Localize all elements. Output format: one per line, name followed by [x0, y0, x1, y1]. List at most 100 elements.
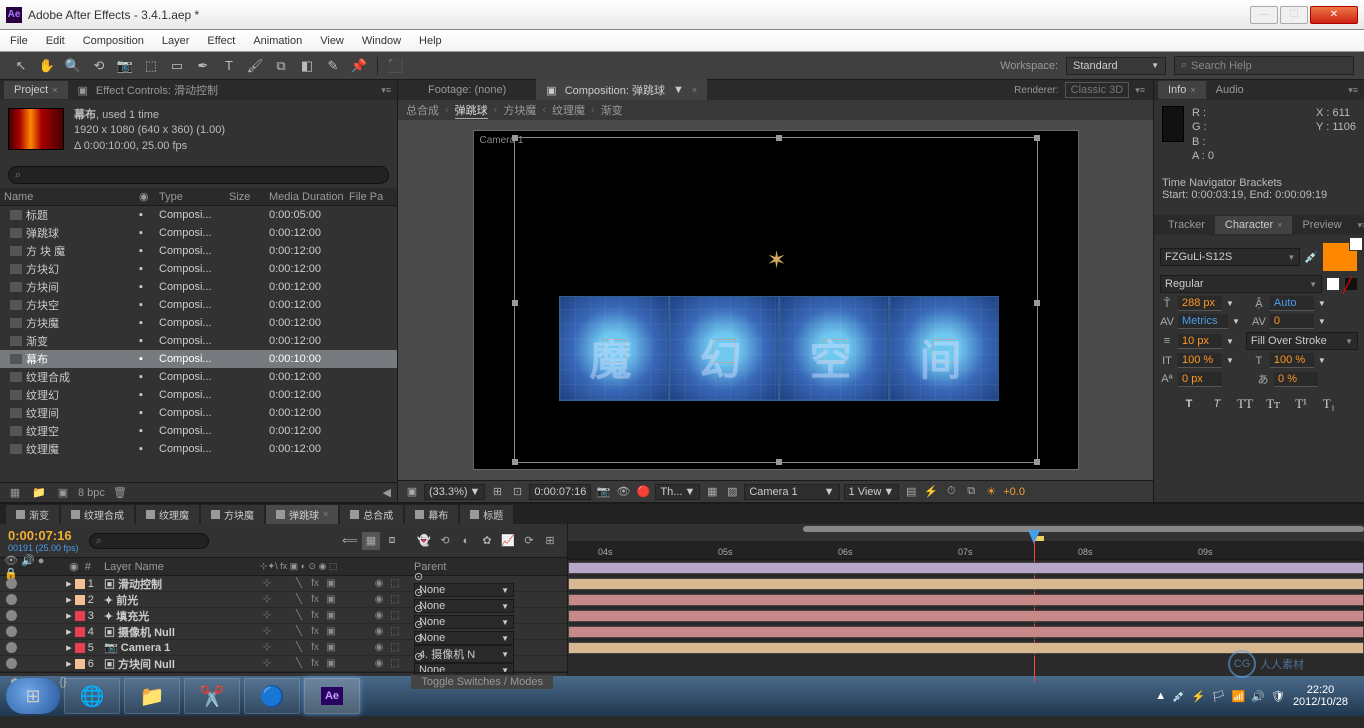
font-style-dropdown[interactable]: Regular▼ — [1160, 275, 1322, 293]
project-row[interactable]: 标题▪Composi...0:00:05:00 — [0, 206, 397, 224]
project-row[interactable]: 纹理空▪Composi...0:00:12:00 — [0, 422, 397, 440]
current-timecode[interactable]: 0:00:07:16 — [8, 528, 79, 543]
resolution-icon[interactable]: ⊞ — [489, 484, 505, 500]
stroke-width-input[interactable]: 10 px — [1178, 334, 1222, 349]
project-row[interactable]: 方 块 魔▪Composi...0:00:12:00 — [0, 242, 397, 260]
fast-preview-icon[interactable]: ⊡ — [509, 484, 525, 500]
timeline-tab[interactable]: 弹跳球 × — [266, 505, 338, 524]
tab-composition[interactable]: ▣Composition: 弹跳球▼× — [536, 79, 707, 101]
bpc-indicator[interactable]: 8 bpc — [78, 487, 105, 499]
menu-help[interactable]: Help — [419, 35, 442, 47]
tracking-input[interactable]: 0 — [1270, 314, 1314, 329]
pen-tool-icon[interactable]: ✒ — [192, 55, 214, 77]
show-snapshot-icon[interactable]: 👁 — [615, 484, 631, 500]
clock-date[interactable]: 2012/10/28 — [1293, 696, 1348, 708]
bold-button[interactable]: T — [1178, 395, 1200, 413]
timeline-tab[interactable]: 总合成 — [340, 505, 403, 524]
fast-draft-icon[interactable]: ⚡ — [923, 484, 939, 500]
timeline-tab[interactable]: 方块魔 — [201, 505, 264, 524]
taskbar-after-effects[interactable]: Ae — [304, 678, 360, 714]
transparency-icon[interactable]: ▨ — [724, 484, 740, 500]
tl-shy-icon[interactable]: 👻 — [415, 532, 433, 550]
baseline-input[interactable]: 0 px — [1178, 372, 1222, 387]
fill-swatch[interactable] — [1326, 277, 1340, 291]
exposure-reset-icon[interactable]: ☀ — [983, 484, 999, 500]
menu-animation[interactable]: Animation — [253, 35, 302, 47]
composition-viewer[interactable]: Camera 1 ✶ ✶ 魔 幻 空 间 — [398, 120, 1153, 480]
camera-dropdown[interactable]: Camera 1▼ — [744, 484, 839, 500]
tab-preview[interactable]: Preview — [1292, 216, 1351, 234]
view-layout-dropdown[interactable]: 1 View▼ — [844, 484, 900, 500]
workspace-dropdown[interactable]: Standard▼ — [1066, 57, 1166, 75]
timeline-tab[interactable]: 渐变 — [6, 505, 59, 524]
col-header-tag[interactable]: ◉ — [135, 190, 155, 203]
tray-network-icon[interactable]: 📶 — [1232, 690, 1246, 703]
tl-icon[interactable]: ⟳ — [520, 532, 538, 550]
always-preview-icon[interactable]: ▣ — [404, 484, 420, 500]
taskbar-app[interactable]: ✂️ — [184, 678, 240, 714]
vscale-input[interactable]: 100 % — [1178, 353, 1222, 368]
timeline-tab[interactable]: 纹理魔 — [136, 505, 199, 524]
tab-character[interactable]: Character× — [1215, 216, 1293, 234]
brush-tool-icon[interactable]: 🖌 — [244, 55, 266, 77]
project-row[interactable]: 方块间▪Composi...0:00:12:00 — [0, 278, 397, 296]
clone-tool-icon[interactable]: ⧉ — [270, 55, 292, 77]
tsume-input[interactable]: 0 % — [1274, 372, 1318, 387]
panel-menu-icon[interactable]: ▾≡ — [1342, 85, 1364, 96]
camera-tool-icon[interactable]: 📷 — [114, 55, 136, 77]
taskbar-explorer[interactable]: 📁 — [124, 678, 180, 714]
hscale-input[interactable]: 100 % — [1270, 353, 1314, 368]
search-help[interactable]: ⌕Search Help — [1174, 56, 1354, 75]
tab-audio[interactable]: Audio — [1206, 81, 1254, 99]
selection-tool-icon[interactable]: ↖ — [10, 55, 32, 77]
tray-icon[interactable]: ⚡ — [1192, 690, 1206, 703]
tl-icon[interactable]: ⧈ — [383, 532, 401, 550]
project-row[interactable]: 方块幻▪Composi...0:00:12:00 — [0, 260, 397, 278]
project-row[interactable]: 方块空▪Composi...0:00:12:00 — [0, 296, 397, 314]
tray-icon[interactable]: ▲ — [1155, 690, 1166, 703]
taskbar-app[interactable]: 🔵 — [244, 678, 300, 714]
roi-icon[interactable]: ▦ — [704, 484, 720, 500]
pan-behind-tool-icon[interactable]: ⬚ — [140, 55, 162, 77]
project-row[interactable]: 纹理魔▪Composi...0:00:12:00 — [0, 440, 397, 458]
breadcrumb-item[interactable]: 纹理魔 — [552, 102, 585, 118]
leading-input[interactable]: Auto — [1270, 296, 1314, 311]
minimize-button[interactable]: — — [1250, 6, 1278, 24]
maximize-button[interactable]: ☐ — [1280, 6, 1308, 24]
timeline-tab[interactable]: 标题 — [460, 505, 513, 524]
resolution-dropdown[interactable]: Th...▼ — [655, 484, 700, 500]
tl-icon[interactable]: ⟲ — [436, 532, 454, 550]
timeline-search[interactable] — [89, 533, 209, 549]
timeline-tab[interactable]: 幕布 — [405, 505, 458, 524]
tray-icon[interactable]: 💉 — [1172, 690, 1186, 703]
col-header-name[interactable]: Name — [0, 191, 135, 203]
italic-button[interactable]: T — [1206, 395, 1228, 413]
menu-layer[interactable]: Layer — [162, 35, 190, 47]
eyedropper-icon[interactable]: 💉 — [1304, 251, 1318, 264]
smallcaps-button[interactable]: Tᴛ — [1262, 395, 1284, 413]
breadcrumb-item[interactable]: 渐变 — [601, 102, 623, 118]
tray-icon[interactable]: 🛡 — [1271, 690, 1285, 703]
menu-window[interactable]: Window — [362, 35, 401, 47]
menu-file[interactable]: File — [10, 35, 28, 47]
zoom-tool-icon[interactable]: 🔍 — [62, 55, 84, 77]
tl-icon[interactable]: ⟸ — [341, 532, 359, 550]
font-size-input[interactable]: 288 px — [1178, 296, 1222, 311]
flowchart-icon[interactable]: ⧉ — [963, 484, 979, 500]
menu-effect[interactable]: Effect — [207, 35, 235, 47]
scroll-left-icon[interactable]: ◀ — [383, 486, 391, 499]
project-row[interactable]: 方块魔▪Composi...0:00:12:00 — [0, 314, 397, 332]
hand-tool-icon[interactable]: ✋ — [36, 55, 58, 77]
project-row[interactable]: 纹理合成▪Composi...0:00:12:00 — [0, 368, 397, 386]
timeline-layer-row[interactable]: ▸6 ▣ 方块间 Null ⊹╲fx▣◉⬚ ⊙None▼ — [0, 656, 567, 672]
panel-menu-icon[interactable]: ▾≡ — [1352, 220, 1364, 231]
shape-tool-icon[interactable]: ▭ — [166, 55, 188, 77]
col-header-filepath[interactable]: File Pa — [345, 191, 385, 203]
delete-icon[interactable]: 🗑 — [111, 485, 129, 501]
col-header-type[interactable]: Type — [155, 191, 225, 203]
tab-tracker[interactable]: Tracker — [1158, 216, 1215, 234]
renderer-value[interactable]: Classic 3D — [1065, 82, 1130, 98]
tray-volume-icon[interactable]: 🔊 — [1251, 690, 1265, 703]
breadcrumb-item[interactable]: 弹跳球 — [455, 102, 488, 119]
project-row[interactable]: 纹理间▪Composi...0:00:12:00 — [0, 404, 397, 422]
